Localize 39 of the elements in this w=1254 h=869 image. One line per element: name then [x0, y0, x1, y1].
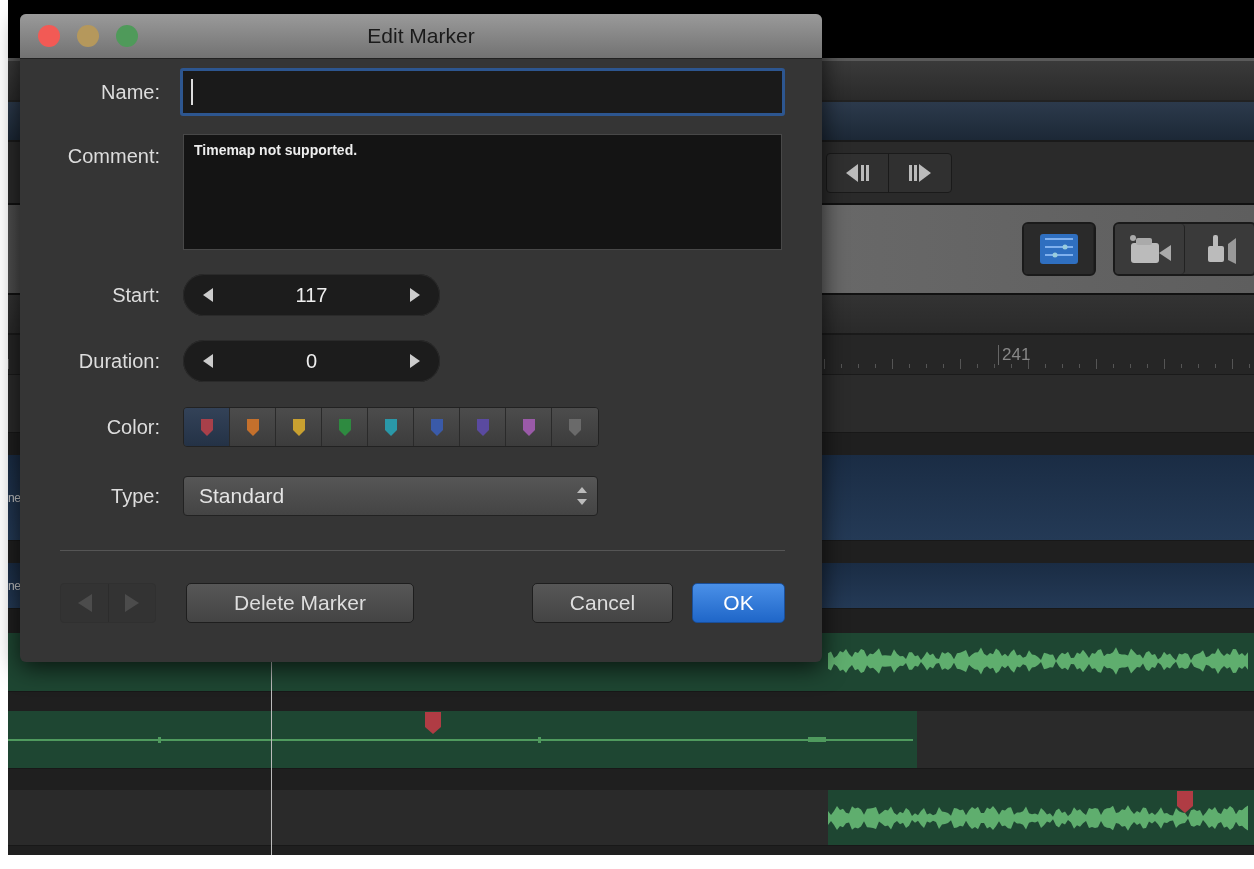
field-label: Comment: — [66, 144, 161, 168]
color-swatch-button[interactable] — [322, 408, 368, 446]
increment-arrow-icon — [410, 354, 420, 368]
cancel-button[interactable]: Cancel — [532, 583, 673, 623]
text-cursor — [191, 79, 193, 105]
field-label: Start: — [111, 283, 161, 307]
color-swatch-button[interactable] — [230, 408, 276, 446]
color-swatch-button[interactable] — [368, 408, 414, 446]
region-label: ne — [8, 578, 21, 593]
increment-arrow-icon — [410, 288, 420, 302]
start-stepper[interactable]: 117 — [183, 274, 440, 316]
delete-marker-button[interactable]: Delete Marker — [186, 583, 414, 623]
color-swatch-button[interactable] — [414, 408, 460, 446]
view-button[interactable] — [1115, 224, 1185, 274]
left-arrow-icon — [77, 594, 92, 612]
type-popup[interactable]: Standard — [183, 476, 598, 516]
region-label: ne — [8, 490, 21, 505]
editor-icon — [1038, 233, 1079, 265]
step-back-icon — [845, 162, 870, 183]
field-label: Duration: — [77, 349, 161, 373]
color-swatch-button[interactable] — [506, 408, 552, 446]
step-forward-icon — [908, 162, 932, 183]
updown-chevron-icon — [577, 487, 587, 505]
right-arrow-icon — [125, 594, 139, 612]
field-label: Type: — [110, 484, 161, 508]
decrement-arrow-icon — [203, 354, 213, 368]
ruler-label: 241 — [998, 345, 1031, 365]
ok-button[interactable]: OK — [692, 583, 785, 623]
window-title: Edit Marker — [367, 24, 475, 48]
field-label: Name: — [100, 80, 161, 104]
duration-stepper[interactable]: 0 — [183, 340, 440, 382]
decrement-arrow-icon — [203, 288, 213, 302]
field-label: Color: — [105, 415, 161, 439]
color-swatch-button[interactable] — [552, 408, 598, 446]
comment-field[interactable]: Timemap not supported. — [183, 134, 782, 250]
color-swatch-button[interactable] — [276, 408, 322, 446]
name-field[interactable] — [180, 68, 785, 116]
color-swatch-button[interactable] — [460, 408, 506, 446]
color-swatch-button[interactable] — [184, 408, 230, 446]
